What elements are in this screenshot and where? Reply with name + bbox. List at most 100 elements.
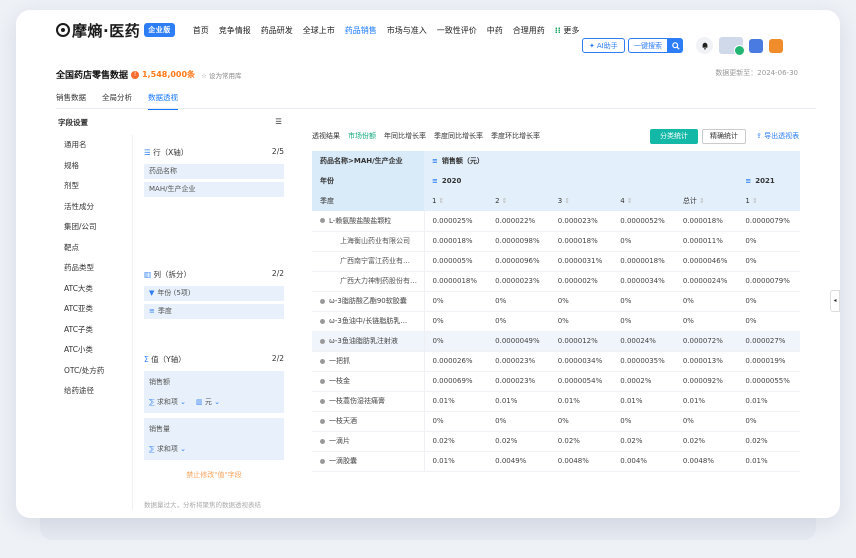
expand-icon[interactable] bbox=[320, 418, 325, 424]
expand-icon[interactable] bbox=[320, 318, 325, 324]
table-row[interactable]: 一滴片 0.02% 0.02% 0.02% 0.02% 0.02% 0.02% bbox=[312, 431, 800, 452]
view-tab-yoy[interactable]: 年同比增长率 bbox=[384, 131, 426, 141]
expand-icon[interactable] bbox=[320, 378, 325, 384]
menu-item-consistency[interactable]: 一致性评价 bbox=[437, 25, 477, 36]
view-tab-share[interactable]: 市场份额 bbox=[348, 131, 376, 141]
field-item[interactable]: ATC亚类 bbox=[56, 299, 128, 320]
ai-assistant-button[interactable]: ✦ AI助手 bbox=[582, 38, 625, 53]
table-row[interactable]: 一枝金 0.000069% 0.000023% 0.0000054% 0.0002% 0.… bbox=[312, 371, 800, 392]
cell-value: 0.0000098% bbox=[487, 231, 550, 252]
table-row[interactable]: 广西大力神制药股份有… 0.0000018% 0.0000023% 0.000002%… bbox=[312, 271, 800, 292]
row-name: ω-3脂肪酸乙酯90软胶囊 bbox=[312, 291, 425, 312]
menu-item-home[interactable]: 首页 bbox=[193, 25, 209, 36]
field-item[interactable]: 通用名 bbox=[56, 135, 128, 156]
update-date: 数据更新至：2024-06-30 bbox=[715, 69, 798, 77]
field-item[interactable]: ATC小类 bbox=[56, 340, 128, 361]
app-icon[interactable] bbox=[749, 38, 763, 53]
bell-icon[interactable] bbox=[696, 37, 713, 54]
field-item[interactable]: 规格 bbox=[56, 156, 128, 177]
field-item[interactable]: ATC大类 bbox=[56, 279, 128, 300]
table-row[interactable]: ω-3鱼油中/长链脂肪乳… 0% 0% 0% 0% 0% 0% bbox=[312, 311, 800, 332]
rows-count: 2/5 bbox=[271, 147, 284, 156]
row-name: 广西大力神制药股份有… bbox=[312, 271, 425, 292]
favorite-button[interactable]: ☆ 设为常用库 bbox=[201, 70, 241, 80]
field-item[interactable]: OTC/处方药 bbox=[56, 361, 128, 382]
one-click-search-button[interactable]: 一键搜索 bbox=[628, 38, 668, 53]
table-row[interactable]: 一滴胶囊 0.01% 0.0049% 0.0048% 0.004% 0.0048% 0.01… bbox=[312, 451, 800, 472]
field-item[interactable]: 药品类型 bbox=[56, 258, 128, 279]
field-item[interactable]: 靶点 bbox=[56, 238, 128, 259]
view-tab-result[interactable]: 透视结果 bbox=[312, 131, 340, 141]
collapse-list-icon[interactable]: ☰ bbox=[275, 117, 282, 128]
column-header[interactable]: 1 ⇕ bbox=[737, 191, 800, 211]
expand-icon[interactable] bbox=[320, 398, 325, 404]
value-item-volume[interactable]: 销售量 ⅀ 求和项 ⌄ bbox=[144, 418, 284, 460]
category-stats-button[interactable]: 分类统计 bbox=[650, 129, 698, 144]
header-row-field: 药品名称>MAH/生产企业 bbox=[312, 151, 424, 171]
column-header[interactable]: 3 ⇕ bbox=[549, 191, 613, 211]
table-row[interactable]: ω-3脂肪酸乙酯90软胶囊 0% 0% 0% 0% 0% 0% bbox=[312, 291, 800, 312]
col-chip-quarter[interactable]: ≡ 季度 bbox=[144, 304, 284, 319]
field-item[interactable]: 集团/公司 bbox=[56, 217, 128, 238]
expand-icon[interactable] bbox=[320, 458, 325, 464]
logo[interactable]: 摩熵·医药 企业版 bbox=[56, 20, 175, 41]
view-tab-qyoy[interactable]: 季度同比增长率 bbox=[434, 131, 483, 141]
field-item[interactable]: ATC子类 bbox=[56, 320, 128, 341]
cell-value: 0% bbox=[549, 291, 613, 312]
export-button[interactable]: ⇪ 导出透视表 bbox=[756, 131, 799, 141]
field-item[interactable]: 剂型 bbox=[56, 176, 128, 197]
menu-item-tcm[interactable]: 中药 bbox=[487, 25, 503, 36]
row-chip-mah[interactable]: MAH/生产企业 bbox=[144, 182, 284, 197]
grid-app-icon[interactable] bbox=[769, 38, 783, 53]
column-header[interactable]: 4 ⇕ bbox=[612, 191, 675, 211]
col-chip-year[interactable]: ▼ 年份 (5项) bbox=[144, 286, 284, 301]
table-row[interactable]: 一枝蒿伤湿祛痛膏 0.01% 0.01% 0.01% 0.01% 0.01% 0.01% bbox=[312, 391, 800, 412]
cell-value: 0% bbox=[424, 311, 488, 332]
cell-value: 0.0048% bbox=[674, 451, 738, 472]
column-header[interactable]: 总计 ⇕ bbox=[674, 191, 738, 211]
unit-select[interactable]: ▥ 元 ⌄ bbox=[196, 397, 220, 407]
value-item-sales[interactable]: 销售额 ⅀ 求和项 ⌄ ▥ 元 ⌄ bbox=[144, 371, 284, 413]
collapse-handle[interactable]: ◂ bbox=[830, 290, 840, 312]
expand-icon[interactable] bbox=[320, 298, 325, 304]
table-row[interactable]: 一枝天酒 0% 0% 0% 0% 0% 0% bbox=[312, 411, 800, 432]
menu-item-market[interactable]: 市场与准入 bbox=[387, 25, 427, 36]
column-header[interactable]: 1 ⇕ bbox=[424, 191, 488, 211]
menu-item-more[interactable]: ⁝⁝ 更多 bbox=[555, 25, 580, 36]
expand-icon[interactable] bbox=[320, 338, 325, 344]
column-header[interactable]: 2 ⇕ bbox=[487, 191, 550, 211]
cell-value: 0.01% bbox=[424, 451, 488, 472]
table-row[interactable]: ω-3鱼油脂肪乳注射液 0% 0.0000049% 0.000012% 0.00024%… bbox=[312, 331, 800, 352]
cell-value: 0.000072% bbox=[674, 331, 738, 352]
cell-value: 0.02% bbox=[737, 431, 800, 452]
menu-item-global[interactable]: 全球上市 bbox=[303, 25, 335, 36]
aggregate-select[interactable]: ⅀ 求和项 ⌄ bbox=[149, 444, 186, 454]
menu-item-rational[interactable]: 合理用药 bbox=[513, 25, 545, 36]
cell-value: 0% bbox=[737, 311, 800, 332]
precise-stats-button[interactable]: 精确统计 bbox=[702, 129, 746, 144]
menu-item-rd[interactable]: 药品研发 bbox=[261, 25, 293, 36]
cell-value: 0.02% bbox=[674, 431, 738, 452]
row-name: 一滴胶囊 bbox=[312, 451, 425, 472]
field-item[interactable]: 活性成分 bbox=[56, 197, 128, 218]
search-icon[interactable] bbox=[668, 38, 683, 53]
expand-icon[interactable] bbox=[320, 218, 325, 224]
menu-item-competition[interactable]: 竞争情报 bbox=[219, 25, 251, 36]
cell-value: 0.000027% bbox=[737, 331, 800, 352]
table-row[interactable]: 广西南宁富江药业有… 0.000005% 0.0000096% 0.0000031% 0… bbox=[312, 251, 800, 272]
table-row[interactable]: 一把抓 0.000026% 0.000023% 0.0000034% 0.0000035… bbox=[312, 351, 800, 372]
menu-item-sales[interactable]: 药品销售 bbox=[345, 25, 377, 36]
row-name: 一枝蒿伤湿祛痛膏 bbox=[312, 391, 425, 412]
vip-avatar[interactable] bbox=[719, 37, 745, 56]
aggregate-select[interactable]: ⅀ 求和项 ⌄ bbox=[149, 397, 186, 407]
field-item[interactable]: 给药途径 bbox=[56, 381, 128, 402]
expand-icon[interactable] bbox=[320, 358, 325, 364]
expand-icon[interactable] bbox=[320, 438, 325, 444]
table-row[interactable]: 上海衡山药业有限公司 0.000018% 0.0000098% 0.000018% 0%… bbox=[312, 231, 800, 252]
cell-value: 0.0000096% bbox=[487, 251, 550, 272]
view-tab-qoq[interactable]: 季度环比增长率 bbox=[491, 131, 540, 141]
row-chip-drug-name[interactable]: 药品名称 bbox=[144, 164, 284, 179]
cell-value: 0.000023% bbox=[487, 351, 550, 372]
info-icon[interactable]: ! bbox=[131, 70, 140, 79]
table-row[interactable]: L-赖氨酸盐酸盐颗粒 0.000025% 0.000022% 0.000023% 0.0… bbox=[312, 211, 800, 232]
